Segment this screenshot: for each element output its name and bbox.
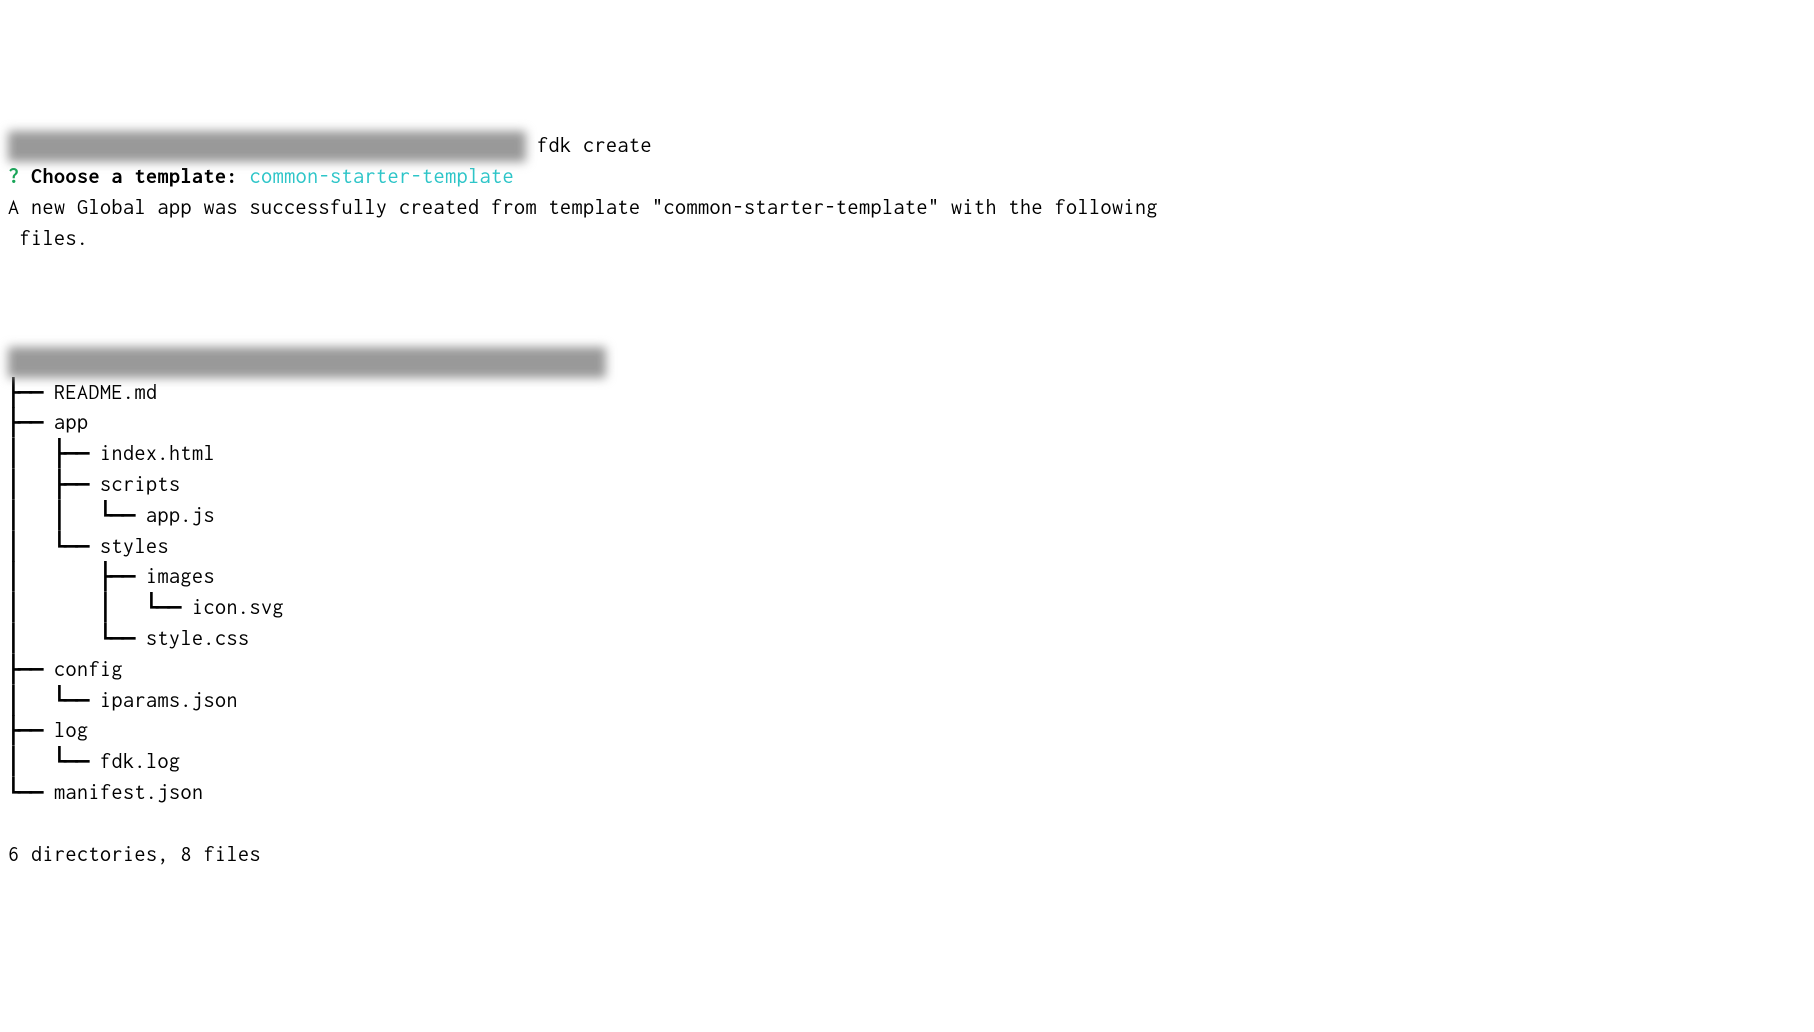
tree-line: │ └── style.css — [8, 624, 1806, 655]
question-mark-icon: ? — [8, 165, 20, 188]
summary-line: 6 directories, 8 files — [8, 840, 1806, 871]
command-line: ████████████████████████████████████████… — [8, 131, 1806, 162]
tree-line: ├── log — [8, 716, 1806, 747]
blank-line — [8, 285, 1806, 316]
tree-line: └── manifest.json — [8, 778, 1806, 809]
tree-line: ├── README.md — [8, 378, 1806, 409]
tree-line: │ └── iparams.json — [8, 686, 1806, 717]
prompt-label: Choose a template: — [31, 165, 238, 188]
redacted-root-path: ████████████████████████████████████████… — [8, 347, 606, 378]
tree-line: │ └── fdk.log — [8, 747, 1806, 778]
tree-line: │ ├── images — [8, 562, 1806, 593]
tree-root: ████████████████████████████████████████… — [8, 347, 1806, 378]
tree-line: ├── config — [8, 655, 1806, 686]
prompt-value: common-starter-template — [250, 165, 515, 188]
prompt-line: ? Choose a template: common-starter-temp… — [8, 162, 1806, 193]
tree-line: │ ├── scripts — [8, 470, 1806, 501]
success-message: A new Global app was successfully create… — [8, 193, 1806, 255]
tree-line: ├── app — [8, 408, 1806, 439]
tree-line: │ ├── index.html — [8, 439, 1806, 470]
redacted-path: ████████████████████████████████████████… — [8, 131, 526, 162]
command-text: fdk create — [537, 134, 652, 157]
tree-line: │ │ └── app.js — [8, 501, 1806, 532]
tree-line: │ │ └── icon.svg — [8, 593, 1806, 624]
tree-line: │ └── styles — [8, 532, 1806, 563]
